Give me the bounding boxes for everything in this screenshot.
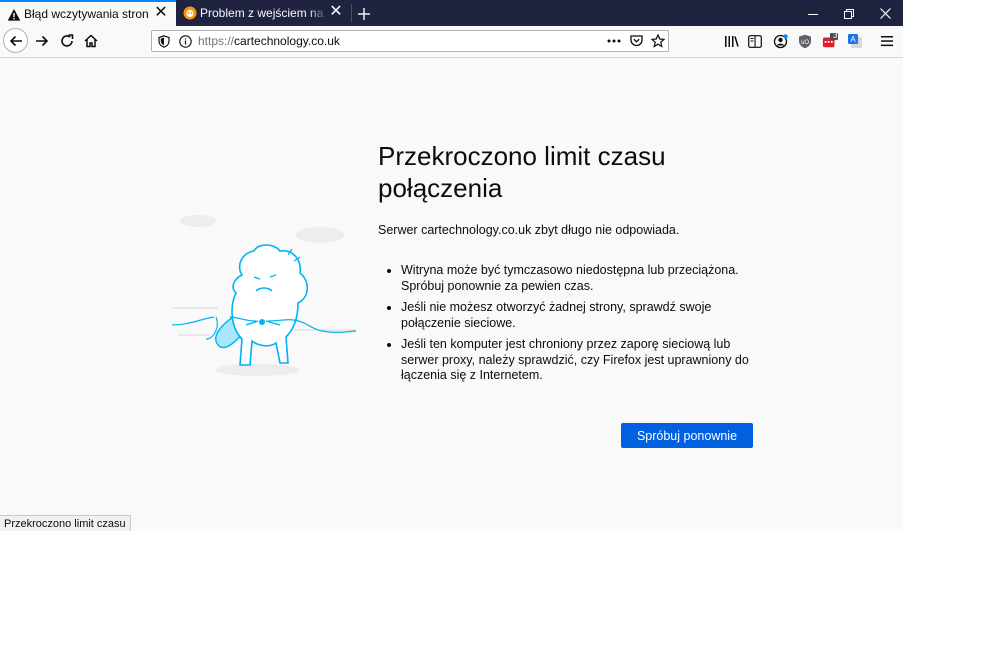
browser-window: Błąd wczytywania strony ✕ Problem z wejś… <box>0 0 903 531</box>
try-again-button[interactable]: Spróbuj ponownie <box>621 423 753 448</box>
tab-bar: Błąd wczytywania strony ✕ Problem z wejś… <box>0 0 903 26</box>
extension-notifier-icon[interactable]: 3 <box>822 31 838 49</box>
warning-icon <box>7 8 21 22</box>
minimize-button[interactable] <box>795 0 831 26</box>
tab-title: Problem z wejściem na stronę 'cartechnol… <box>200 6 328 20</box>
svg-text:A: A <box>850 35 856 44</box>
svg-text:uO: uO <box>801 40 809 46</box>
arrow-right-icon <box>36 35 49 47</box>
extension-badge: 3 <box>833 31 838 40</box>
restore-button[interactable] <box>831 0 867 26</box>
error-suggestions-list: Witryna może być tymczasowo niedostępna … <box>387 263 771 390</box>
hamburger-menu-icon[interactable] <box>879 33 895 49</box>
forward-button[interactable] <box>29 28 55 54</box>
reload-icon <box>61 34 74 47</box>
tab-load-error[interactable]: Błąd wczytywania strony ✕ <box>0 0 176 26</box>
tracking-protection-shield-icon[interactable] <box>157 34 171 48</box>
back-button[interactable] <box>3 28 28 53</box>
close-tab-icon[interactable]: ✕ <box>154 5 168 21</box>
library-icon[interactable] <box>723 33 739 49</box>
sidebar-icon[interactable] <box>747 33 763 49</box>
disconnected-character-illustration <box>171 215 357 376</box>
status-panel: Przekroczono limit czasu <box>0 515 131 531</box>
pocket-icon[interactable] <box>629 34 643 48</box>
page-actions-icon[interactable] <box>607 34 621 48</box>
account-icon[interactable] <box>772 33 788 49</box>
close-window-button[interactable] <box>867 0 903 26</box>
support-forum-icon <box>183 6 197 20</box>
page-content: Przekroczono limit czasu połączenia Serw… <box>0 58 903 531</box>
home-button[interactable] <box>78 28 104 54</box>
list-item: Jeśli ten komputer jest chroniony przez … <box>401 337 771 384</box>
list-item: Witryna może być tymczasowo niedostępna … <box>401 263 771 294</box>
list-item: Jeśli nie możesz otworzyć żadnej strony,… <box>401 300 771 331</box>
url-scheme: https:// <box>198 34 235 48</box>
url-bar[interactable]: https://cartechnology.co.uk <box>151 30 669 52</box>
site-info-icon[interactable] <box>178 34 192 48</box>
close-tab-icon[interactable]: ✕ <box>329 4 343 20</box>
ublock-origin-icon[interactable]: uO <box>797 33 813 49</box>
bookmark-star-icon[interactable] <box>651 34 665 48</box>
error-title: Przekroczono limit czasu połączenia <box>378 141 666 203</box>
home-icon <box>84 34 98 48</box>
url-text[interactable]: https://cartechnology.co.uk <box>198 34 340 48</box>
navigation-toolbar: https://cartechnology.co.uk uO 3 A <box>0 26 903 58</box>
arrow-left-icon <box>9 35 22 46</box>
error-description: Serwer cartechnology.co.uk zbyt długo ni… <box>378 223 680 237</box>
url-host: cartechnology.co.uk <box>234 34 340 48</box>
translate-icon[interactable]: A <box>847 33 863 49</box>
tab-separator <box>351 4 352 22</box>
new-tab-button[interactable] <box>353 0 375 26</box>
tab-title: Błąd wczytywania strony <box>24 7 149 21</box>
tab-support-forum[interactable]: Problem z wejściem na stronę 'cartechnol… <box>176 0 351 26</box>
reload-button[interactable] <box>54 28 80 54</box>
